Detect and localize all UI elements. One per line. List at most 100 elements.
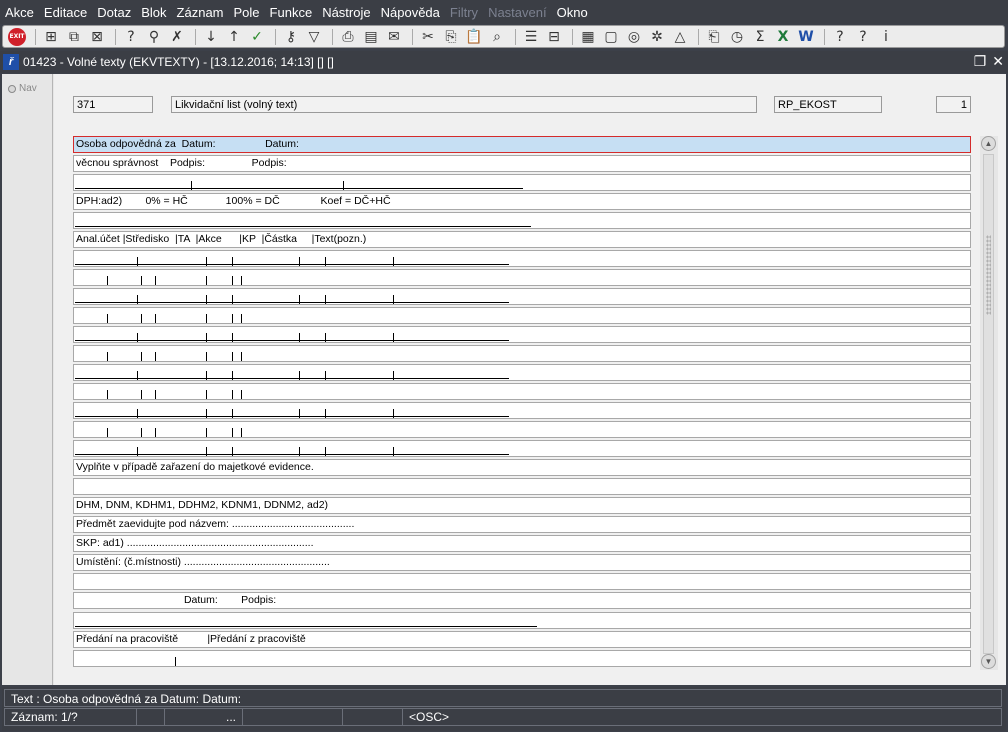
execute-query-icon[interactable]: ⚲ [144, 28, 164, 46]
menu-zaznam[interactable]: Záznam [172, 5, 229, 20]
scroll-thumb[interactable] [983, 154, 994, 654]
status-text: Text : Osoba odpovědná za Datum: Datum: [4, 689, 1002, 707]
delete-record-icon[interactable]: ⊠ [87, 28, 107, 46]
menu-dotaz[interactable]: Dotaz [92, 5, 136, 20]
text-line[interactable] [73, 402, 971, 420]
sum-icon[interactable]: Σ [750, 28, 770, 46]
text-line[interactable] [73, 478, 971, 496]
list-icon[interactable]: ☰ [521, 28, 541, 46]
status-dots: ... [165, 709, 243, 725]
menu-okno[interactable]: Okno [552, 5, 593, 20]
vertical-scrollbar[interactable]: ▲ ▼ [980, 136, 998, 670]
text-line[interactable]: Umístění: (č.místnosti) ................… [73, 554, 971, 572]
tree-icon[interactable]: ⊟ [544, 28, 564, 46]
code-field[interactable]: 371 [73, 96, 153, 113]
menu-editace[interactable]: Editace [39, 5, 92, 20]
menu-napoveda[interactable]: Nápověda [376, 5, 445, 20]
clock-icon[interactable]: ◷ [727, 28, 747, 46]
text-line[interactable] [73, 383, 971, 401]
mode-indicator: <OSC> [409, 710, 450, 724]
close-icon[interactable]: ✕ [992, 53, 1004, 70]
app-icon: ř [3, 54, 19, 70]
text-line[interactable]: Datum: Podpis: [73, 592, 971, 610]
text-line[interactable] [73, 345, 971, 363]
text-line[interactable]: věcnou správnost Podpis: Podpis: [73, 155, 971, 173]
menu-blok[interactable]: Blok [136, 5, 171, 20]
text-line[interactable] [73, 212, 971, 230]
zoom-icon[interactable]: ⌕ [487, 28, 507, 46]
menu-akce[interactable]: Akce [0, 5, 39, 20]
text-line[interactable] [73, 250, 971, 268]
help-icon[interactable]: ? [830, 28, 850, 46]
text-line[interactable] [73, 573, 971, 591]
restore-icon[interactable]: ❐ [974, 53, 987, 70]
filter-icon[interactable]: ▽ [304, 28, 324, 46]
attachment-icon[interactable]: ⎗ [704, 28, 724, 46]
word-icon[interactable]: W [796, 28, 816, 46]
insert-record-icon[interactable]: ⊞ [41, 28, 61, 46]
exit-icon[interactable]: EXIT [7, 27, 27, 46]
menu-nastroje[interactable]: Nástroje [317, 5, 375, 20]
cancel-query-icon[interactable]: ✗ [167, 28, 187, 46]
settings-icon[interactable]: ✲ [647, 28, 667, 46]
window-title-bar: ř 01423 - Volné texty (EKVTEXTY) - [13.1… [0, 51, 1008, 73]
text-line[interactable] [73, 364, 971, 382]
sort-desc-icon[interactable]: ↑ [224, 28, 244, 46]
text-line[interactable] [73, 326, 971, 344]
enter-query-icon[interactable]: ? [121, 28, 141, 46]
scroll-up-icon[interactable]: ▲ [981, 136, 996, 151]
text-line[interactable] [73, 288, 971, 306]
menu-funkce[interactable]: Funkce [265, 5, 318, 20]
toolbar: EXIT ⊞ ⧉ ⊠? ⚲ ✗ ↓ ↑ ✓ ⚷ ▽ ⎙ ▤ ✉ ✂ ⎘ 📋 ⌕ ☰ ⊟ ▦ ▢ ◎ ✲ △ ⎗ ◷ Σ X W?? i [2, 25, 1005, 48]
mail-icon[interactable]: ✉ [384, 28, 404, 46]
text-line[interactable]: DHM, DNM, KDHM1, DDHM2, KDNM1, DDNM2, ad… [73, 497, 971, 515]
text-line[interactable]: Anal.účet |Středisko |TA |Akce |KP |Část… [73, 231, 971, 249]
page-field[interactable]: 1 [936, 96, 971, 113]
text-line[interactable] [73, 649, 971, 667]
globe-icon[interactable]: ◎ [624, 28, 644, 46]
text-form: 371 Likvidační list (volný text) RP_EKOS… [54, 74, 1006, 685]
text-line[interactable] [73, 611, 971, 629]
radio-icon [8, 84, 16, 93]
text-line[interactable]: Předání na pracoviště |Předání z pracovi… [73, 630, 971, 648]
text-line[interactable] [73, 440, 971, 458]
info-icon[interactable]: i [876, 28, 896, 46]
report-field[interactable]: RP_EKOST [774, 96, 882, 113]
nav-toggle[interactable]: Nav [8, 83, 37, 94]
nav-label: Nav [19, 83, 37, 94]
text-line[interactable]: Předmět zaevidujte pod názvem: .........… [73, 516, 971, 534]
sort-asc-icon[interactable]: ↓ [201, 28, 221, 46]
cut-icon[interactable]: ✂ [418, 28, 438, 46]
paste-icon[interactable]: 📋 [464, 28, 484, 46]
nav-panel: Nav [2, 74, 53, 685]
scroll-down-icon[interactable]: ▼ [981, 654, 996, 669]
whats-this-icon[interactable]: ? [853, 28, 873, 46]
menu-nastaveni[interactable]: Nastavení [483, 5, 552, 20]
menu-pole[interactable]: Pole [229, 5, 265, 20]
record-indicator: Záznam: 1/? [5, 709, 137, 725]
triangle-icon[interactable]: △ [670, 28, 690, 46]
excel-icon[interactable]: X [773, 28, 793, 46]
text-line[interactable]: DPH:ad2) 0% = HČ 100% = DČ Koef = DČ+HČ [73, 193, 971, 211]
text-line[interactable] [73, 269, 971, 287]
text-line[interactable] [73, 421, 971, 439]
window-client: Nav 371 Likvidační list (volný text) RP_… [2, 74, 1006, 685]
note-icon[interactable]: ▢ [601, 28, 621, 46]
text-line[interactable]: SKP: ad1) ..............................… [73, 535, 971, 553]
duplicate-record-icon[interactable]: ⧉ [64, 28, 84, 46]
copy-icon[interactable]: ⎘ [441, 28, 461, 46]
text-line-selected[interactable]: Osoba odpovědná za Datum: Datum: [73, 136, 971, 153]
menu-bar: Akce Editace Dotaz Blok Záznam Pole Funkce Nást… [0, 0, 1008, 24]
text-line[interactable] [73, 174, 971, 192]
text-line[interactable]: Vyplňte v případě zařazení do majetkové … [73, 459, 971, 477]
print-preview-icon[interactable]: ▤ [361, 28, 381, 46]
status-bar: Text : Osoba odpovědná za Datum: Datum: … [2, 687, 1006, 731]
print-icon[interactable]: ⎙ [338, 28, 358, 46]
menu-filtry[interactable]: Filtry [445, 5, 483, 20]
text-line[interactable] [73, 307, 971, 325]
calculator-icon[interactable]: ▦ [578, 28, 598, 46]
key-icon[interactable]: ⚷ [281, 28, 301, 46]
name-field[interactable]: Likvidační list (volný text) [171, 96, 757, 113]
window-title: 01423 - Volné texty (EKVTEXTY) - [13.12.… [23, 55, 334, 69]
commit-icon[interactable]: ✓ [247, 28, 267, 46]
